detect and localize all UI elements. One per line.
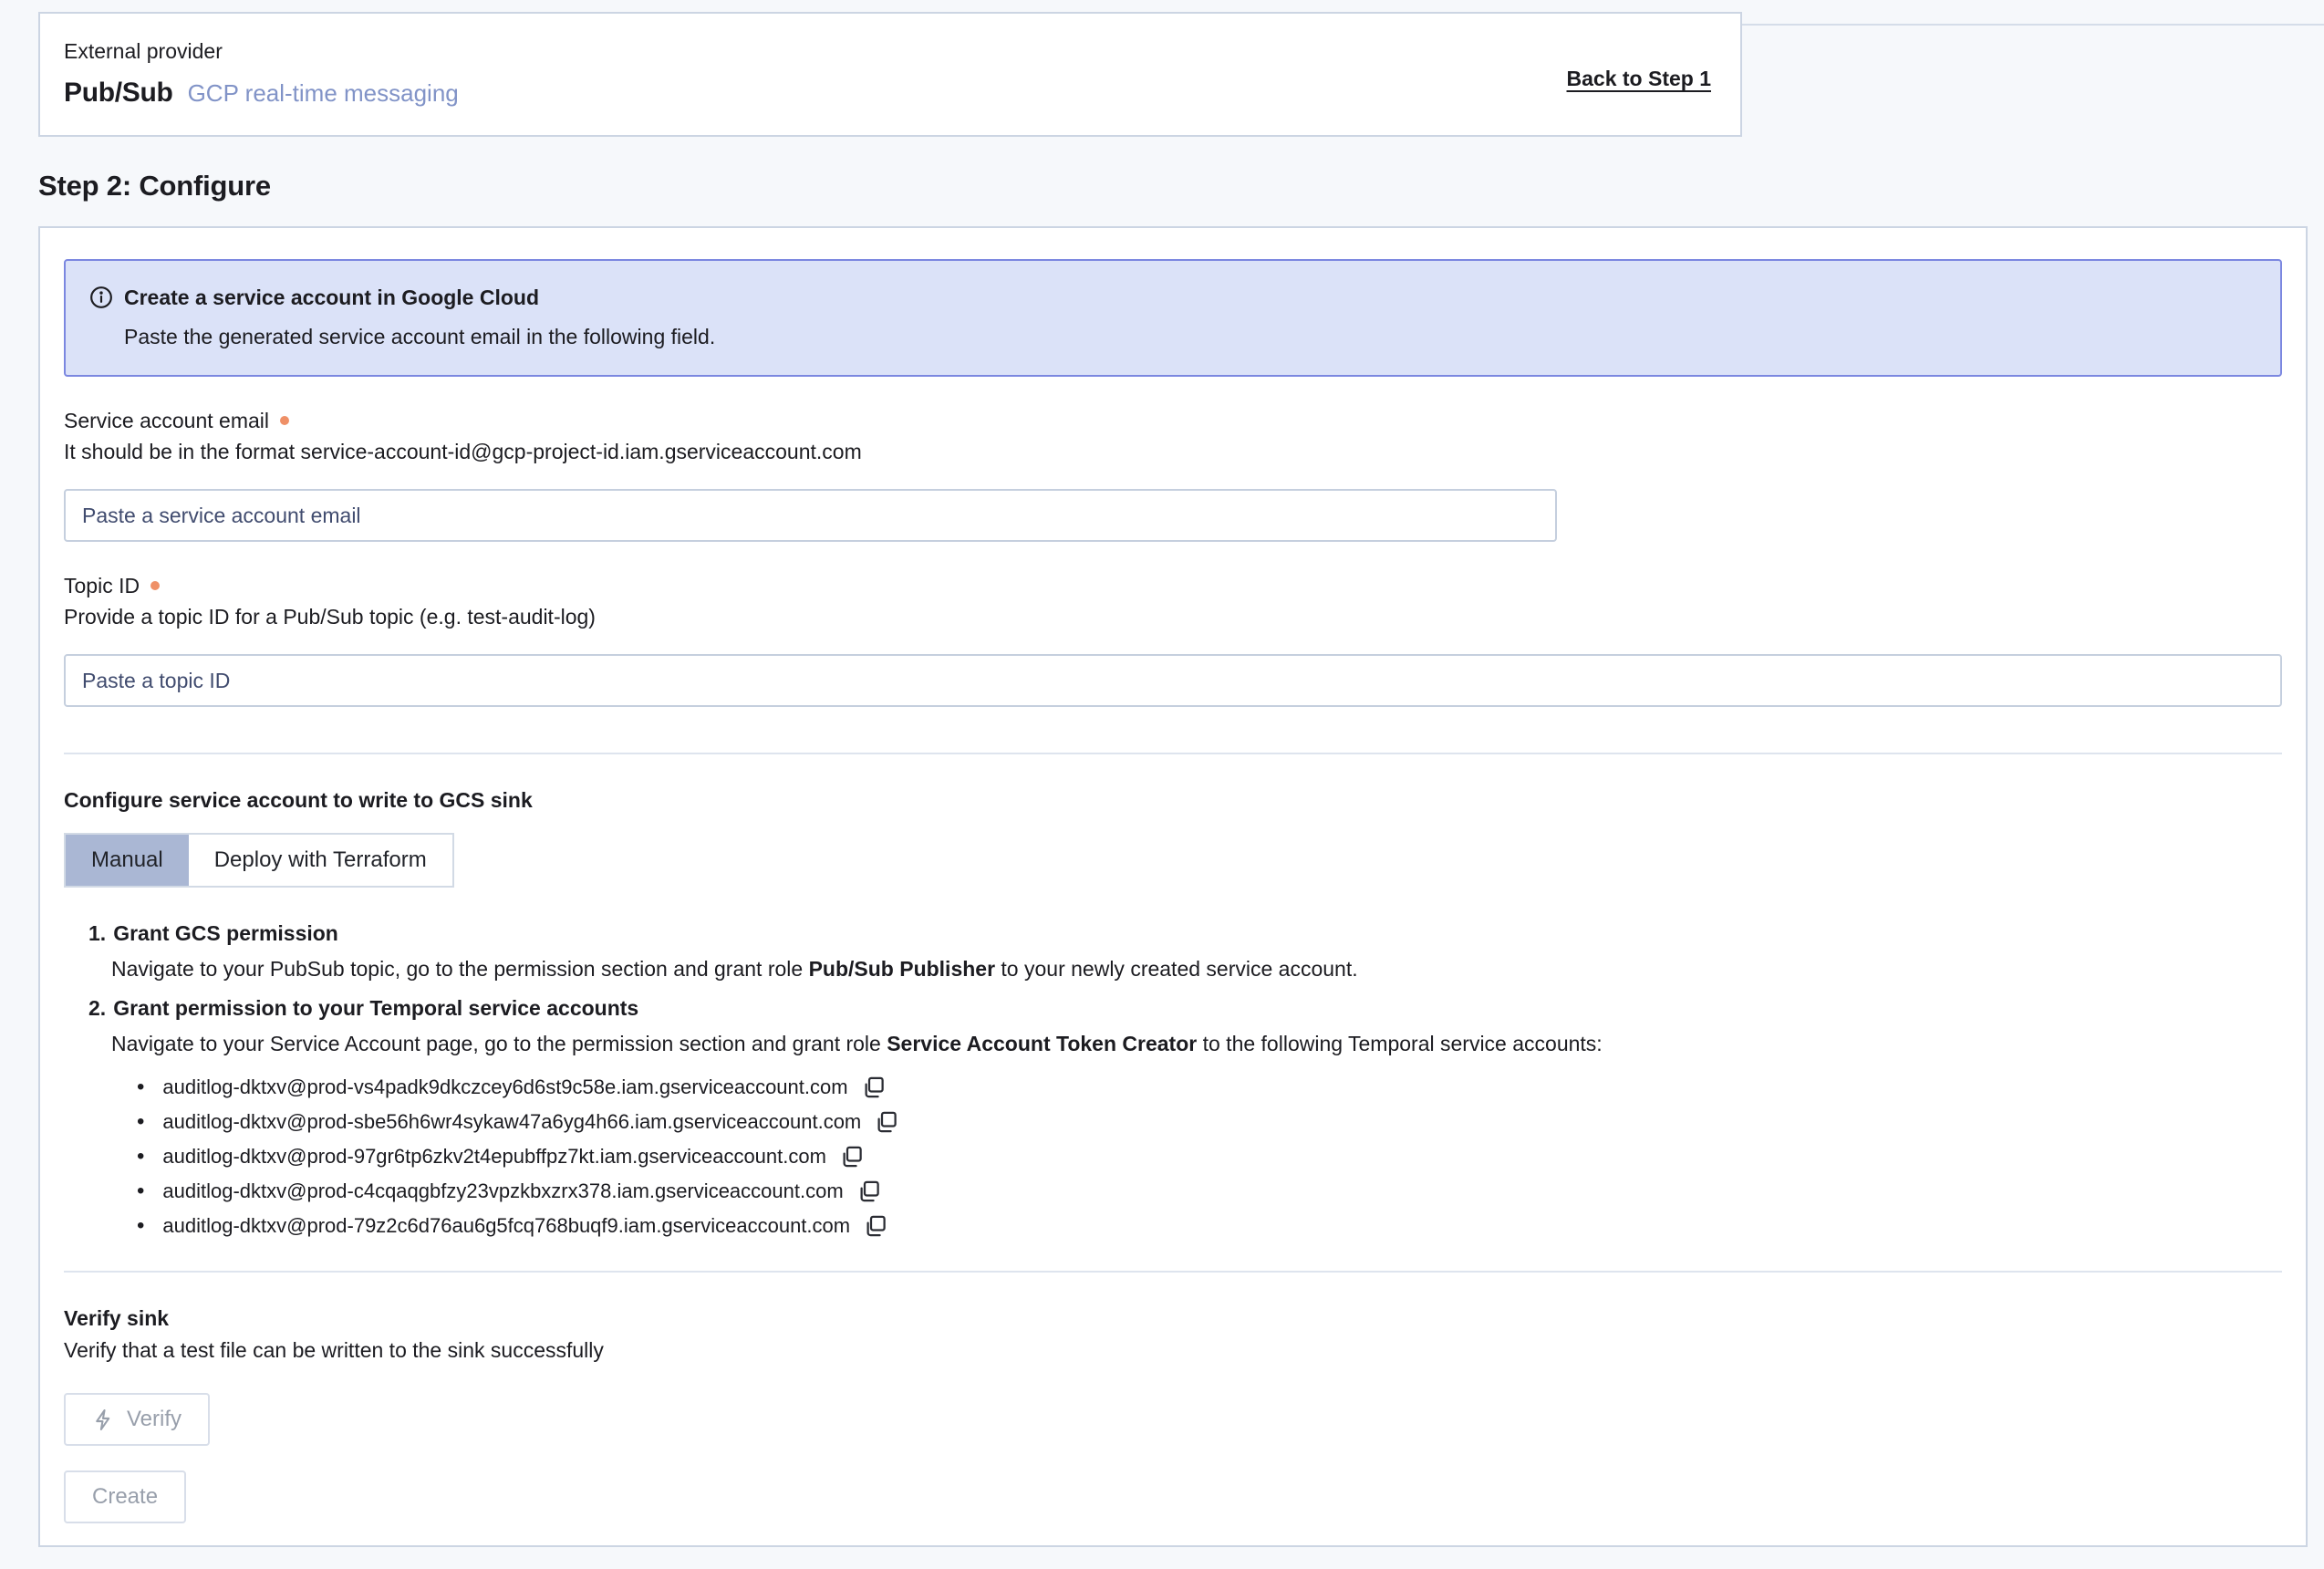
copy-icon[interactable]	[856, 1179, 881, 1204]
step-body-text: Navigate to your Service Account page, g…	[111, 1032, 887, 1055]
service-account-email-label: Service account email	[64, 408, 2282, 433]
copy-icon[interactable]	[863, 1214, 887, 1239]
step-title: 1. Grant GCS permission	[88, 920, 2282, 946]
create-button-label: Create	[92, 1484, 158, 1510]
tab-manual[interactable]: Manual	[66, 835, 189, 886]
topic-id-label: Topic ID	[64, 573, 2282, 598]
step-body-text: to the following Temporal service accoun…	[1197, 1032, 1602, 1055]
topic-id-input[interactable]	[64, 654, 2282, 707]
step-body-text: to your newly created service account.	[995, 957, 1358, 981]
service-account-email: auditlog-dktxv@prod-c4cqaqgbfzy23vpzkbxz…	[162, 1174, 843, 1209]
bullet: •	[137, 1209, 144, 1243]
alert-title: Create a service account in Google Cloud	[124, 283, 2257, 317]
copy-icon[interactable]	[861, 1075, 886, 1100]
step-number: 1.	[88, 921, 106, 945]
step-body-role-name: Service Account Token Creator	[887, 1032, 1197, 1055]
service-account-email: auditlog-dktxv@prod-sbe56h6wr4sykaw47a6y…	[162, 1105, 861, 1139]
list-item: • auditlog-dktxv@prod-vs4padk9dkczcey6d6…	[137, 1070, 2282, 1105]
service-account-email-input[interactable]	[64, 489, 1557, 542]
service-account-email-helper: It should be in the format service-accou…	[64, 439, 2282, 464]
provider-card-label: External provider	[64, 37, 1704, 65]
tab-deploy-with-terraform[interactable]: Deploy with Terraform	[189, 835, 452, 886]
bullet: •	[137, 1105, 144, 1139]
required-indicator	[280, 416, 289, 425]
list-item: • auditlog-dktxv@prod-97gr6tp6zkv2t4epub…	[137, 1139, 2282, 1174]
required-indicator	[150, 581, 160, 590]
service-account-email: auditlog-dktxv@prod-97gr6tp6zkv2t4epubff…	[162, 1139, 826, 1174]
configure-section-title: Configure service account to write to GC…	[64, 787, 2282, 813]
step-grant-temporal-permission: 2. Grant permission to your Temporal serv…	[88, 995, 2282, 1243]
topic-id-helper: Provide a topic ID for a Pub/Sub topic (…	[64, 604, 2282, 629]
create-button-row: Create	[64, 1446, 2282, 1523]
service-account-list: • auditlog-dktxv@prod-vs4padk9dkczcey6d6…	[137, 1070, 2282, 1243]
list-item: • auditlog-dktxv@prod-sbe56h6wr4sykaw47a…	[137, 1105, 2282, 1139]
topic-id-label-text: Topic ID	[64, 573, 140, 598]
info-alert: Create a service account in Google Cloud…	[64, 259, 2282, 377]
bullet: •	[137, 1174, 144, 1209]
create-button[interactable]: Create	[64, 1470, 186, 1523]
section-divider	[64, 1271, 2282, 1273]
configure-tabs: Manual Deploy with Terraform	[64, 833, 454, 888]
service-account-email: auditlog-dktxv@prod-vs4padk9dkczcey6d6st…	[162, 1070, 847, 1105]
verify-sink-helper: Verify that a test file can be written t…	[64, 1337, 2282, 1363]
bullet: •	[137, 1139, 144, 1174]
service-account-email: auditlog-dktxv@prod-79z2c6d76au6g5fcq768…	[162, 1209, 850, 1243]
provider-summary-card: External provider Pub/Sub GCP real-time …	[38, 12, 1742, 137]
step-title-text: Grant GCS permission	[113, 921, 338, 945]
verify-button[interactable]: Verify	[64, 1393, 210, 1446]
step-body: Navigate to your Service Account page, g…	[111, 1031, 2282, 1056]
manual-steps: 1. Grant GCS permission Navigate to your …	[64, 920, 2282, 1243]
copy-icon[interactable]	[839, 1145, 864, 1169]
verify-button-label: Verify	[127, 1407, 182, 1432]
provider-description: GCP real-time messaging	[188, 79, 459, 108]
provider-name-row: Pub/Sub GCP real-time messaging	[64, 78, 1704, 109]
verify-button-row: Verify	[64, 1363, 2282, 1446]
back-to-step-1-link[interactable]: Back to Step 1	[1567, 67, 1712, 91]
step-body-text: Navigate to your PubSub topic, go to the…	[111, 957, 809, 981]
step-number: 2.	[88, 996, 106, 1020]
step-title: 2. Grant permission to your Temporal serv…	[88, 995, 2282, 1021]
provider-name: Pub/Sub	[64, 78, 173, 109]
copy-icon[interactable]	[874, 1110, 898, 1135]
alert-body: Paste the generated service account emai…	[124, 322, 2257, 351]
page-title: Step 2: Configure	[38, 170, 2324, 203]
list-item: • auditlog-dktxv@prod-79z2c6d76au6g5fcq7…	[137, 1209, 2282, 1243]
configure-form-card: Create a service account in Google Cloud…	[38, 226, 2308, 1547]
step-title-text: Grant permission to your Temporal servic…	[113, 996, 638, 1020]
step-body: Navigate to your PubSub topic, go to the…	[111, 956, 2282, 982]
service-account-email-label-text: Service account email	[64, 408, 269, 433]
section-divider	[64, 753, 2282, 754]
info-icon	[89, 283, 124, 317]
bullet: •	[137, 1070, 144, 1105]
zap-icon	[92, 1408, 115, 1431]
list-item: • auditlog-dktxv@prod-c4cqaqgbfzy23vpzkb…	[137, 1174, 2282, 1209]
verify-sink-title: Verify sink	[64, 1305, 2282, 1331]
step-grant-gcs-permission: 1. Grant GCS permission Navigate to your …	[88, 920, 2282, 982]
step-body-role-name: Pub/Sub Publisher	[809, 957, 995, 981]
